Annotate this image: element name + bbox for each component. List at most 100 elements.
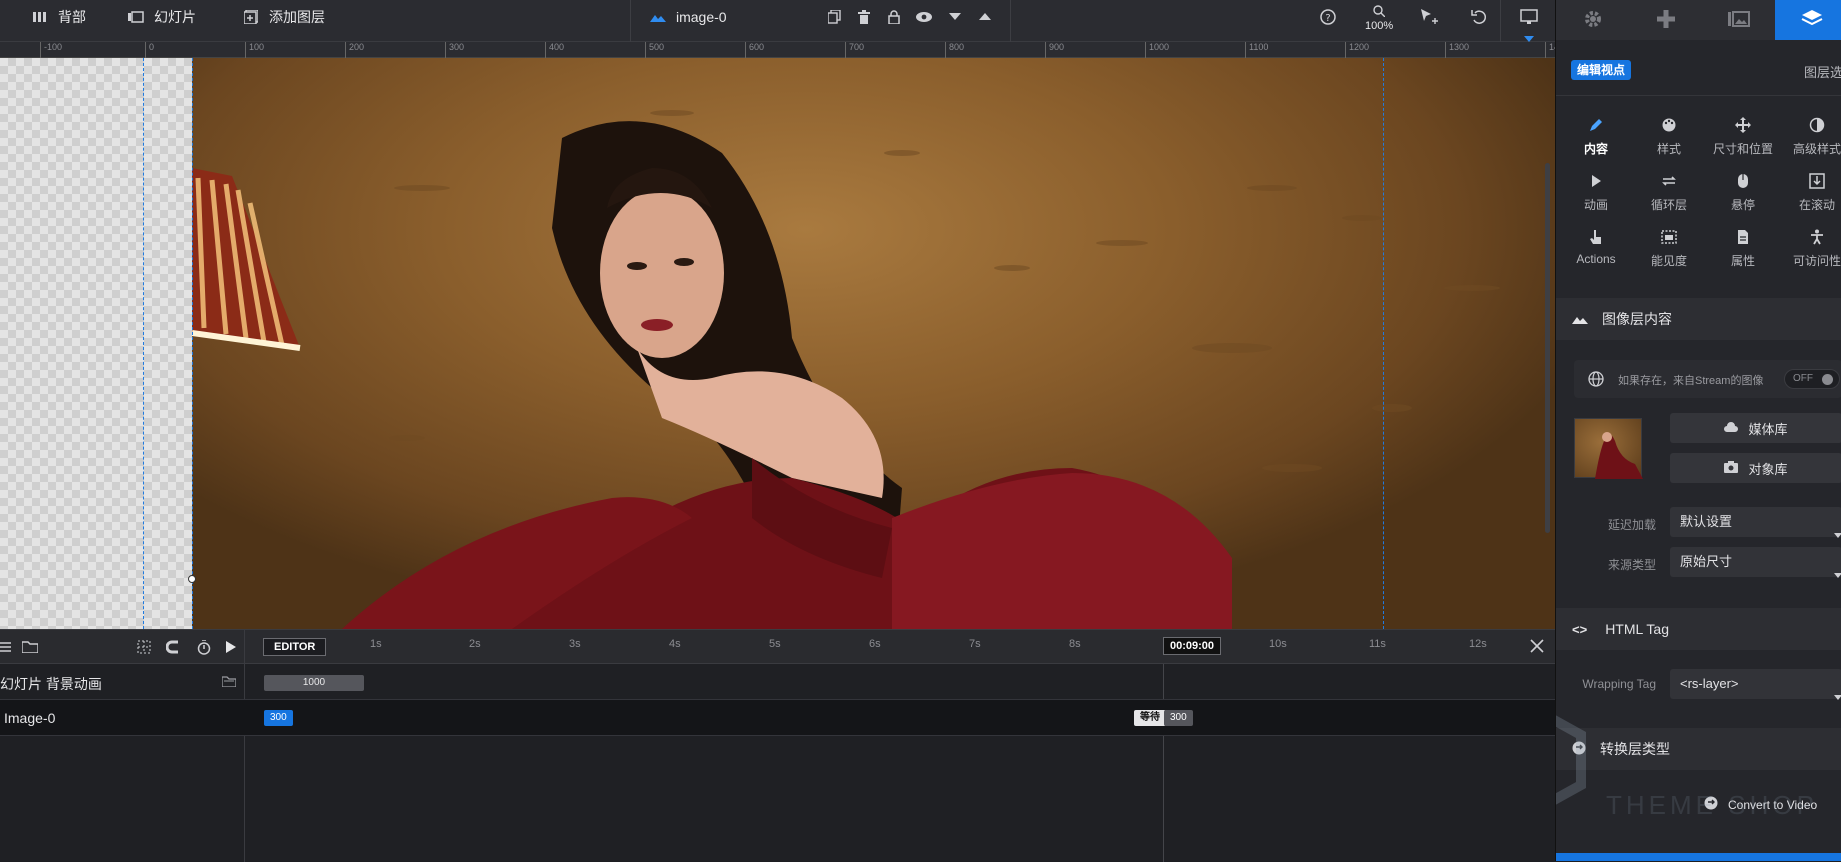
tab-settings[interactable] bbox=[1556, 0, 1629, 40]
wrapping-tag-select[interactable]: <rs-layer> bbox=[1670, 669, 1841, 700]
add-layer-button[interactable]: 添加图层 bbox=[243, 0, 325, 34]
panel-option-5[interactable]: 动画 bbox=[1559, 170, 1633, 220]
layer-options-label[interactable]: 图层选 bbox=[1804, 62, 1841, 81]
lazy-load-value: 默认设置 bbox=[1680, 514, 1733, 529]
object-library-button[interactable]: 对象库 bbox=[1670, 453, 1841, 483]
canvas-scrollbar[interactable] bbox=[1545, 163, 1550, 533]
source-type-select[interactable]: 原始尺寸 bbox=[1670, 547, 1841, 578]
convert-to-video-button[interactable]: Convert to Video bbox=[1704, 796, 1817, 813]
panel-option-label: 悬停 bbox=[1730, 198, 1755, 212]
panel-option-3[interactable]: 尺寸和位置 bbox=[1706, 114, 1780, 164]
media-library-button[interactable]: 媒体库 bbox=[1670, 413, 1841, 443]
animation-bar[interactable]: 1000 bbox=[264, 675, 364, 691]
menu-icon[interactable] bbox=[0, 636, 16, 658]
panel-option-7[interactable]: 悬停 bbox=[1706, 170, 1780, 220]
tab-media[interactable] bbox=[1702, 0, 1775, 40]
wrapping-tag-label: Wrapping Tag bbox=[1582, 677, 1656, 691]
guide-line bbox=[192, 58, 193, 629]
cloud-icon bbox=[1724, 421, 1739, 436]
toolbar-divider bbox=[1010, 0, 1011, 42]
stream-toggle[interactable]: OFF bbox=[1784, 369, 1840, 389]
background-button[interactable]: 背部 bbox=[32, 0, 86, 34]
visibility-icon[interactable] bbox=[913, 6, 935, 28]
palette-icon bbox=[1632, 114, 1706, 136]
panel-option-label: 在滚动 bbox=[1798, 198, 1835, 212]
timeline-header: EDITOR 1s 2s 3s 4s 5s 6s 7s 8s 10s 11s 12s 00:09:0… bbox=[0, 630, 1555, 862]
tab-navigation[interactable] bbox=[1629, 0, 1702, 40]
convert-icon bbox=[1572, 741, 1586, 758]
background-label: 背部 bbox=[58, 9, 86, 25]
timeline-second-label: 2s bbox=[469, 638, 481, 650]
timeline-panel: EDITOR 1s 2s 3s 4s 5s 6s 7s 8s 10s 11s 12s 00:09:0… bbox=[0, 629, 1555, 862]
delete-icon[interactable] bbox=[853, 6, 875, 28]
panel-option-12[interactable]: 可访问性 bbox=[1780, 226, 1841, 276]
duplicate-icon[interactable] bbox=[823, 6, 845, 28]
timeline-row[interactable]: Image-0 300 等待 300 bbox=[0, 700, 1555, 736]
close-icon[interactable] bbox=[1526, 635, 1548, 657]
select-pointer-icon[interactable] bbox=[1420, 6, 1442, 28]
visibility-icon bbox=[1632, 226, 1706, 248]
lamp-shape bbox=[192, 168, 301, 351]
panel-option-label: Actions bbox=[1576, 252, 1616, 266]
divider bbox=[1556, 95, 1841, 96]
section-title: 图像层内容 bbox=[1602, 311, 1672, 327]
timeline-second-label: 7s bbox=[969, 638, 981, 650]
panel-option-9[interactable]: Actions bbox=[1559, 226, 1633, 276]
move-down-icon[interactable] bbox=[944, 6, 966, 28]
image-icon bbox=[1572, 311, 1588, 327]
lazy-load-select[interactable]: 默认设置 bbox=[1670, 507, 1841, 538]
slide-button[interactable]: 幻灯片 bbox=[128, 0, 196, 34]
slide-canvas[interactable] bbox=[0, 58, 1555, 629]
wait-chip[interactable]: 等待 bbox=[1134, 710, 1166, 726]
ruler-tick-label: 700 bbox=[845, 42, 864, 58]
folder-icon[interactable] bbox=[19, 636, 41, 658]
current-time-marker[interactable]: 00:09:00 bbox=[1163, 637, 1222, 655]
panel-option-label: 尺寸和位置 bbox=[1712, 142, 1773, 156]
html-tag-header[interactable]: <> HTML Tag bbox=[1556, 608, 1841, 650]
source-type-value: 原始尺寸 bbox=[1680, 554, 1733, 569]
add-layer-label: 添加图层 bbox=[269, 9, 325, 25]
convert-video-label: Convert to Video bbox=[1728, 797, 1818, 812]
resize-handle[interactable] bbox=[188, 575, 196, 583]
image-thumbnail[interactable] bbox=[1574, 418, 1643, 479]
play-icon[interactable] bbox=[220, 636, 242, 658]
loop-icon bbox=[1632, 170, 1706, 192]
move-up-icon[interactable] bbox=[974, 6, 996, 28]
edit-view-badge[interactable]: 编辑视点 bbox=[1571, 60, 1632, 80]
ruler-tick-label: 500 bbox=[645, 42, 664, 58]
ruler-tick-label: 900 bbox=[1045, 42, 1064, 58]
panel-option-10[interactable]: 能见度 bbox=[1632, 226, 1706, 276]
editor-badge[interactable]: EDITOR bbox=[263, 638, 327, 656]
toggle-knob bbox=[1822, 374, 1833, 385]
lock-icon[interactable] bbox=[883, 6, 905, 28]
document-icon bbox=[1706, 226, 1780, 248]
panel-option-label: 内容 bbox=[1583, 142, 1608, 156]
wrapping-tag-value: <rs-layer> bbox=[1680, 676, 1739, 691]
convert-type-header[interactable]: 转换层类型 bbox=[1556, 728, 1841, 770]
timeline-row[interactable]: 幻灯片 背景动画 1000 bbox=[0, 664, 1555, 700]
image-layer[interactable] bbox=[192, 58, 1555, 629]
panel-option-2[interactable]: 样式 bbox=[1632, 114, 1706, 164]
panel-option-4[interactable]: 高级样式 bbox=[1780, 114, 1841, 164]
zoom-icon[interactable] bbox=[1368, 4, 1390, 18]
stopwatch-icon[interactable] bbox=[193, 636, 215, 658]
magnet-icon[interactable] bbox=[162, 636, 184, 658]
ruler-tick-label: 1200 bbox=[1345, 42, 1369, 58]
help-icon[interactable]: ? bbox=[1317, 6, 1339, 28]
panel-option-11[interactable]: 属性 bbox=[1706, 226, 1780, 276]
svg-text:?: ? bbox=[1325, 13, 1330, 24]
panel-option-6[interactable]: 循环层 bbox=[1632, 170, 1706, 220]
layer-name: image-0 bbox=[676, 9, 727, 25]
start-animation-chip[interactable]: 300 bbox=[264, 710, 293, 726]
layer-selector[interactable]: image-0 bbox=[650, 0, 727, 34]
move-icon bbox=[1706, 114, 1780, 136]
layers-icon bbox=[1801, 9, 1823, 32]
desktop-view-icon[interactable] bbox=[1518, 6, 1540, 28]
image-content-header[interactable]: 图像层内容 bbox=[1556, 298, 1841, 340]
tab-layers[interactable] bbox=[1775, 0, 1841, 40]
undo-icon[interactable] bbox=[1468, 6, 1490, 28]
panel-option-1[interactable]: 内容 bbox=[1559, 114, 1633, 164]
panel-option-8[interactable]: 在滚动 bbox=[1780, 170, 1841, 220]
snap-grid-icon[interactable] bbox=[133, 636, 155, 658]
end-animation-chip[interactable]: 300 bbox=[1164, 710, 1193, 726]
